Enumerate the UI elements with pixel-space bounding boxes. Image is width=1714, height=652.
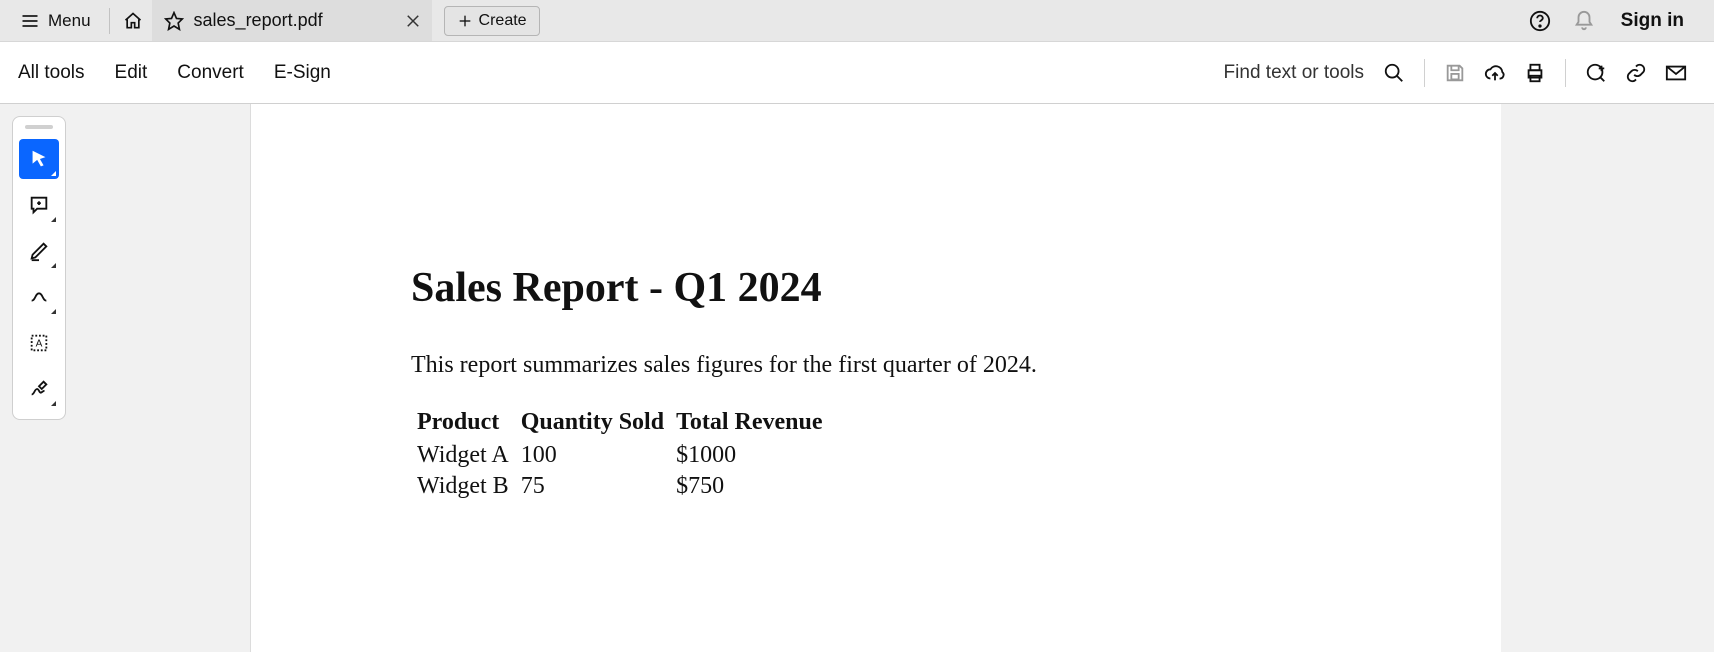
document-paragraph: This report summarizes sales figures for… (411, 352, 1501, 379)
create-label: Create (479, 12, 527, 30)
tool-text-select[interactable]: A (19, 323, 59, 363)
pencil-icon (28, 240, 50, 262)
table-cell: $1000 (670, 440, 828, 471)
cloud-upload-button[interactable] (1475, 62, 1515, 84)
ai-sparkle-icon (1585, 62, 1607, 84)
document-title: Sales Report - Q1 2024 (411, 264, 1501, 312)
help-icon (1529, 10, 1551, 32)
help-button[interactable] (1523, 0, 1557, 41)
draw-icon (28, 286, 50, 308)
ai-assist-button[interactable] (1576, 62, 1616, 84)
email-button[interactable] (1656, 62, 1696, 84)
hamburger-icon (20, 11, 40, 31)
tool-draw[interactable] (19, 277, 59, 317)
svg-text:A: A (36, 339, 43, 350)
menu-convert[interactable]: Convert (177, 62, 244, 84)
separator (1565, 59, 1566, 87)
cursor-icon (28, 148, 50, 170)
tool-select[interactable] (19, 139, 59, 179)
notifications-button[interactable] (1567, 0, 1601, 41)
table-header-row: Product Quantity Sold Total Revenue (411, 409, 829, 440)
table-header: Total Revenue (670, 409, 828, 440)
document-tab[interactable]: sales_report.pdf (152, 0, 432, 41)
search-icon (1383, 62, 1405, 84)
tool-sign[interactable] (19, 369, 59, 409)
main-area: A Sales Report - Q1 2024 This report sum… (0, 104, 1714, 652)
print-button[interactable] (1515, 62, 1555, 84)
secondary-toolbar: All tools Edit Convert E-Sign Find text … (0, 42, 1714, 104)
home-icon (123, 11, 143, 31)
create-button[interactable]: Create (444, 6, 540, 36)
app-topbar: Menu sales_report.pdf Create Sign in (0, 0, 1714, 42)
table-row: Widget B 75 $750 (411, 471, 829, 502)
menu-all-tools[interactable]: All tools (18, 62, 85, 84)
link-icon (1625, 62, 1647, 84)
document-page: Sales Report - Q1 2024 This report summa… (251, 104, 1501, 652)
menu-label: Menu (48, 11, 91, 31)
plus-icon (457, 13, 473, 29)
drag-handle[interactable] (25, 125, 53, 129)
table-header: Product (411, 409, 515, 440)
tool-palette: A (12, 116, 66, 420)
table-cell: Widget A (411, 440, 515, 471)
table-cell: 75 (515, 471, 670, 502)
tool-comment[interactable] (19, 185, 59, 225)
table-header: Quantity Sold (515, 409, 670, 440)
menu-esign[interactable]: E-Sign (274, 62, 331, 84)
mail-icon (1665, 62, 1687, 84)
document-table: Product Quantity Sold Total Revenue Widg… (411, 409, 829, 502)
comment-icon (28, 194, 50, 216)
print-icon (1524, 62, 1546, 84)
tab-title: sales_report.pdf (194, 10, 394, 31)
table-cell: $750 (670, 471, 828, 502)
link-button[interactable] (1616, 62, 1656, 84)
save-button[interactable] (1435, 62, 1475, 84)
close-icon[interactable] (404, 12, 422, 30)
star-icon[interactable] (164, 11, 184, 31)
table-cell: Widget B (411, 471, 515, 502)
home-button[interactable] (114, 0, 152, 41)
menu-edit[interactable]: Edit (115, 62, 148, 84)
bell-icon (1573, 10, 1595, 32)
tool-highlight[interactable] (19, 231, 59, 271)
text-select-icon: A (28, 332, 50, 354)
document-canvas[interactable]: Sales Report - Q1 2024 This report summa… (250, 104, 1714, 652)
sign-in-button[interactable]: Sign in (1611, 10, 1694, 32)
separator (109, 8, 110, 34)
save-icon (1444, 62, 1466, 84)
separator (1424, 59, 1425, 87)
table-row: Widget A 100 $1000 (411, 440, 829, 471)
cloud-upload-icon (1484, 62, 1506, 84)
table-cell: 100 (515, 440, 670, 471)
find-label[interactable]: Find text or tools (1224, 62, 1364, 84)
search-button[interactable] (1374, 62, 1414, 84)
sign-icon (28, 378, 50, 400)
menu-button[interactable]: Menu (0, 0, 105, 41)
